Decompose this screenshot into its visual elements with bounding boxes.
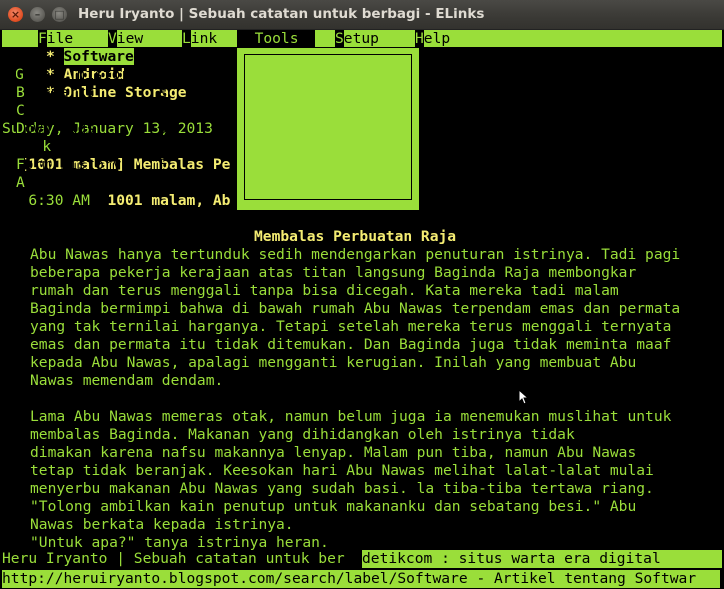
menu-item-cookies-pre: Coo [16,138,43,155]
menu-tools[interactable]: Tools [237,30,315,47]
menu-item-form-history-rest: orm history [24,156,122,173]
close-window-button[interactable]: × [8,7,23,22]
post-time: 6:30 AM [28,192,90,209]
menu-view-rest: iew [116,30,144,47]
maximize-window-button[interactable]: □ [52,7,67,22]
menu-item-authentication[interactable]: Authentication [16,174,176,192]
status-url: http://heruiryanto.blogspot.com/search/l… [2,570,697,587]
status-link-title: detikcom : situs warta era digital [362,550,722,568]
article-line: "Tolong ambilkan kain penutup untuk maka… [30,498,637,515]
menu-item-cookies-rest: ies [51,138,78,155]
menu-item-downloads[interactable]: Downloads D [16,120,176,138]
menu-item-downloads-rest: ownloads [24,120,96,137]
minimize-window-button[interactable]: – [30,7,45,22]
menu-file-rest: ile [46,30,74,47]
article-line: Nawas memendam dendam. [30,372,224,389]
hotkey-cookies: K [159,138,168,155]
window-titlebar: × – □ Heru Iryanto | Sebuah catatan untu… [0,0,724,30]
status-link-title-text: detikcom : situs warta era digital [362,550,661,567]
menu-help[interactable]: Help [415,30,450,47]
menu-item-bookmarks-rest: ookmarks [24,84,96,101]
menu-link-rest: ink [190,30,218,47]
menu-setup[interactable]: Setup [335,30,379,47]
bullet-icon: * [45,48,55,65]
hotkey-cache: C [159,102,168,119]
menu-item-form-history[interactable]: Form history F [16,156,176,174]
menu-tools-label: Tools [254,30,299,47]
tools-dropdown-menu [237,48,419,210]
hotkey-downloads: D [159,120,168,137]
article-line: rumah dan terus menggali tanpa bisa dice… [30,282,619,299]
article-line: Lama Abu Nawas memeras otak, namun belum… [30,408,672,425]
article-line: menyerbu makanan Abu Nawas yang sudah ba… [30,480,654,497]
article-line: yang tak ternilai harganya. Tetapi setel… [30,318,672,335]
menu-item-global-history-rest: lobal history [23,66,139,83]
label-software-link[interactable]: Software [63,48,134,65]
article-line: Nawas berkata kepada istrinya. [30,516,294,533]
mouse-pointer-icon [518,389,528,405]
menu-link[interactable]: Link [182,30,217,47]
article-heading: Membalas Perbuatan Raja [254,228,457,245]
menu-view[interactable]: View [108,30,143,47]
menu-file[interactable]: File [38,30,73,47]
menu-help-rest: elp [423,30,451,47]
article-line: kepada Abu Nawas, apalagi mengganti keru… [30,354,637,371]
article-line: beberapa pekerja kerajaan atas titan lan… [30,264,637,281]
article-line: membalas Baginda. Makanan yang dihidangk… [30,426,575,443]
hotkey-bookmarks: s [159,84,168,101]
menu-item-bookmarks[interactable]: Bookmarks s [16,84,176,102]
tools-dropdown-frame [244,54,412,200]
hotkey-global-history: h [158,66,167,83]
article-line: Baginda bermimpi bahwa di bawah rumah Ab… [30,300,681,317]
status-url-bar: http://heruiryanto.blogspot.com/search/l… [2,570,720,588]
menu-setup-rest: etup [343,30,379,47]
post-meta-link[interactable]: 1001 malam, Ab [107,192,230,209]
hotkey-form-history: F [159,156,168,173]
menu-item-cookies[interactable]: Cookies K [16,138,176,156]
post-meta-row: 6:30 AM 1001 malam, Ab [2,192,230,210]
menu-item-global-history[interactable]: Global history h [15,66,177,84]
status-bar: Heru Iryanto | Sebuah catatan untuk ber d… [2,550,722,568]
article-line: emas dan permata itu tidak ditemukan. Da… [30,336,672,353]
article-line: tetap tidak beranjak. Keesokan hari Abu … [30,462,654,479]
article-line: dimakan karena nafsu makannya lenyap. Ma… [30,444,637,461]
terminal-viewport: File View Link Tools Setup Help * Softwa… [0,29,724,589]
article-line: Abu Nawas hanya tertunduk sedih mendenga… [30,246,681,263]
status-page-title: Heru Iryanto | Sebuah catatan untuk ber [2,550,345,567]
menu-item-authentication-rest: uthentication [24,174,140,191]
menu-item-cache[interactable]: Cache C [16,102,176,120]
label-software-row: * Software [2,48,134,66]
window-title: Heru Iryanto | Sebuah catatan untuk berb… [78,6,485,22]
menu-item-cache-rest: ache [24,102,60,119]
